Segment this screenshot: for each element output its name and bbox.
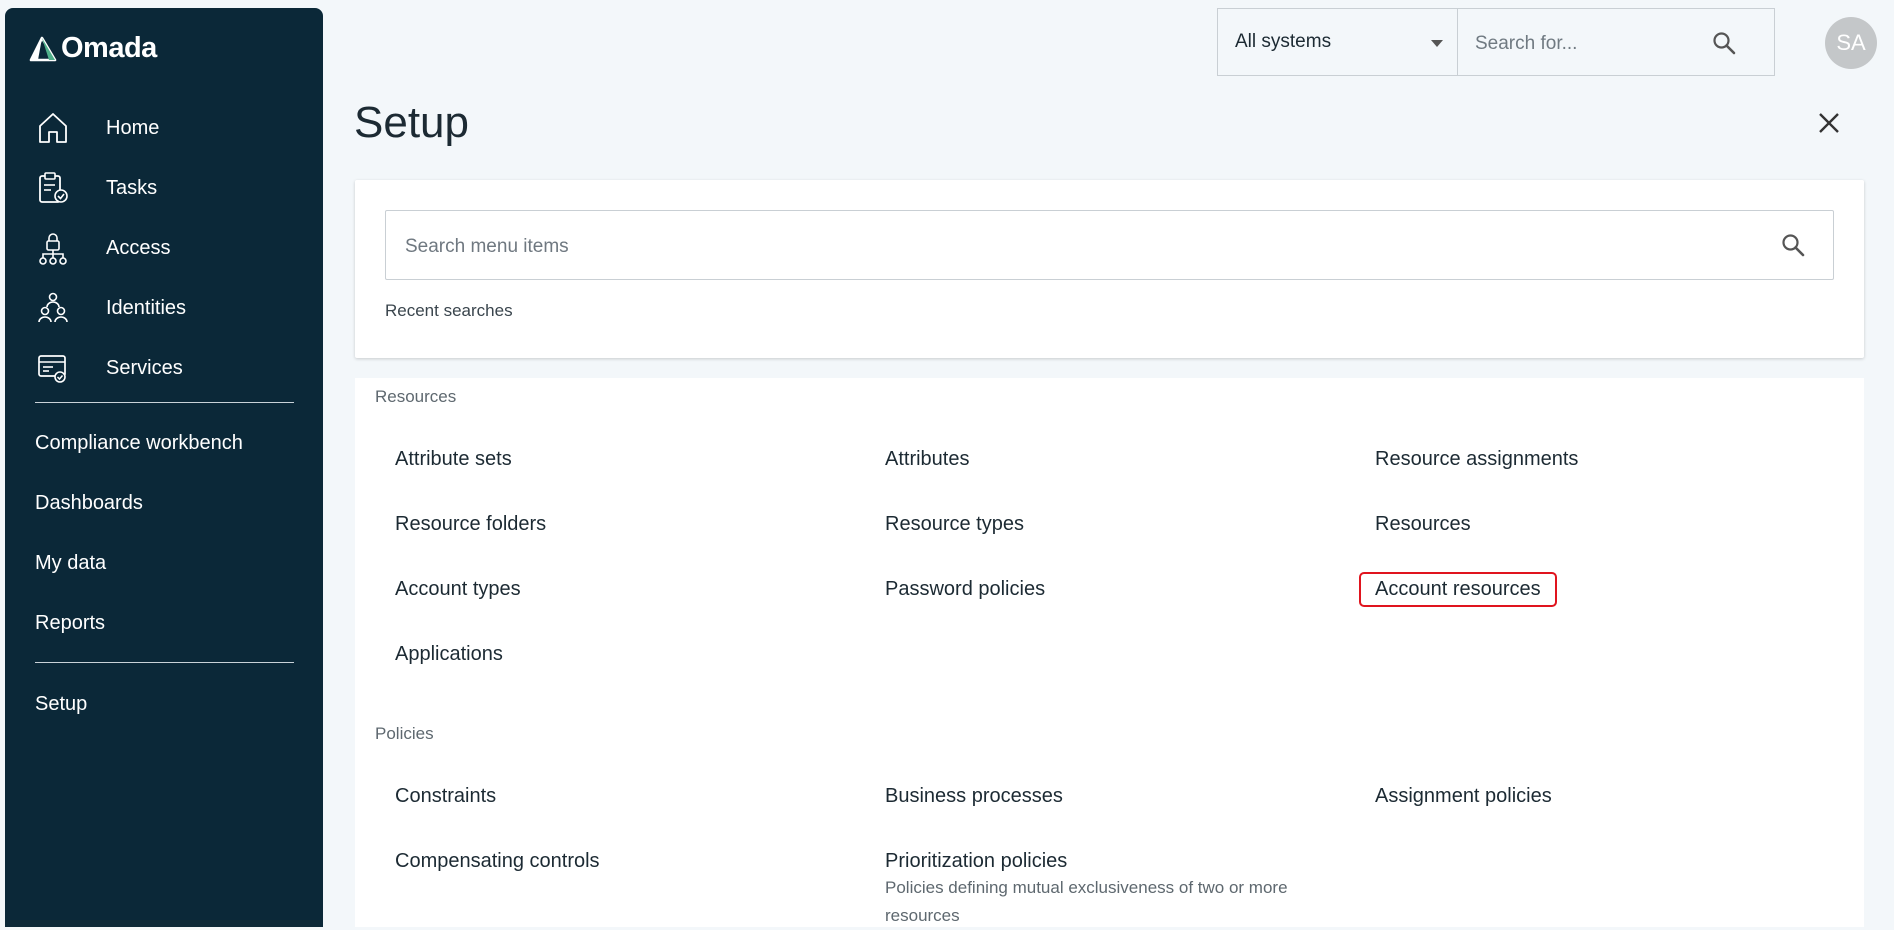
close-button[interactable]	[1816, 110, 1842, 136]
sidebar: Omada Home Tasks Access Identities Servi…	[5, 8, 323, 927]
omada-logo-icon	[29, 36, 57, 61]
tasks-clipboard-icon	[33, 168, 73, 208]
sidebar-item-services[interactable]: Services	[33, 348, 183, 388]
recent-searches-link[interactable]: Recent searches	[385, 301, 513, 321]
chevron-down-icon	[1431, 40, 1443, 47]
home-icon	[33, 108, 73, 148]
menu-item-attribute-sets[interactable]: Attribute sets	[379, 442, 528, 477]
menu-item-password-policies[interactable]: Password policies	[869, 572, 1061, 607]
sidebar-item-label: Tasks	[106, 176, 158, 199]
menu-item-compensating-controls[interactable]: Compensating controls	[379, 844, 616, 879]
menu-item-constraints[interactable]: Constraints	[379, 779, 512, 814]
system-select[interactable]: All systems	[1217, 8, 1457, 76]
sidebar-divider	[35, 662, 294, 663]
sidebar-item-access[interactable]: Access	[33, 228, 170, 268]
sidebar-item-dashboards[interactable]: Dashboards	[35, 492, 143, 515]
sidebar-divider	[35, 402, 294, 403]
search-icon[interactable]	[1712, 31, 1736, 60]
menu-item-account-resources[interactable]: Account resources	[1359, 572, 1557, 607]
sidebar-item-home[interactable]: Home	[33, 108, 159, 148]
menu-item-description: Policies defining mutual exclusiveness o…	[885, 878, 1288, 925]
setup-menu-list: Resources Attribute sets Attributes Reso…	[355, 378, 1864, 927]
menu-item-resource-assignments[interactable]: Resource assignments	[1359, 442, 1594, 477]
menu-item-resource-folders[interactable]: Resource folders	[379, 507, 562, 542]
sidebar-item-compliance-workbench[interactable]: Compliance workbench	[35, 432, 243, 455]
identities-people-icon	[33, 288, 73, 328]
close-icon	[1819, 113, 1839, 133]
menu-search-card: Recent searches	[355, 180, 1864, 358]
section-title-resources: Resources	[375, 387, 457, 406]
sidebar-item-my-data[interactable]: My data	[35, 552, 106, 575]
sidebar-item-label: Home	[106, 116, 160, 139]
sidebar-item-label: Services	[106, 356, 183, 379]
avatar[interactable]: SA	[1825, 17, 1877, 69]
menu-item-business-processes[interactable]: Business processes	[869, 779, 1079, 814]
menu-item-attributes[interactable]: Attributes	[869, 442, 985, 477]
menu-search-input[interactable]	[403, 232, 1707, 262]
system-select-value: All systems	[1235, 31, 1332, 52]
sidebar-item-identities[interactable]: Identities	[33, 288, 186, 328]
omada-logo[interactable]: Omada	[29, 32, 157, 65]
sidebar-item-label: Identities	[106, 296, 187, 319]
global-search-input[interactable]	[1473, 29, 1707, 59]
sidebar-item-reports[interactable]: Reports	[35, 612, 105, 635]
menu-item-account-types[interactable]: Account types	[379, 572, 537, 607]
sidebar-item-label: Access	[106, 236, 171, 259]
global-search	[1457, 8, 1775, 76]
sidebar-item-tasks[interactable]: Tasks	[33, 168, 157, 208]
sidebar-item-setup[interactable]: Setup	[35, 693, 87, 716]
menu-item-assignment-policies[interactable]: Assignment policies	[1359, 779, 1568, 814]
menu-search-box	[385, 210, 1834, 280]
search-icon[interactable]	[1781, 233, 1805, 262]
section-title-policies: Policies	[375, 724, 434, 743]
logo-text: Omada	[61, 32, 157, 64]
menu-item-applications[interactable]: Applications	[379, 637, 519, 672]
services-icon	[33, 348, 73, 388]
page-title: Setup	[354, 98, 469, 147]
access-lock-icon	[33, 228, 73, 268]
menu-item-resources[interactable]: Resources	[1359, 507, 1487, 542]
menu-item-resource-types[interactable]: Resource types	[869, 507, 1040, 542]
